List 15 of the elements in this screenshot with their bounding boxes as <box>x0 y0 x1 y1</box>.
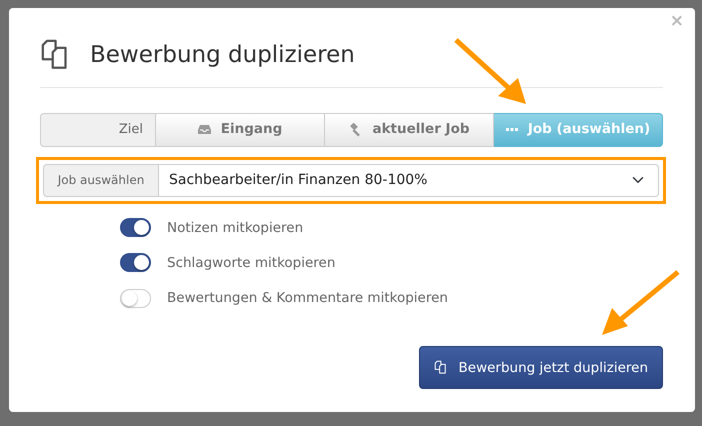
target-label: Ziel <box>40 112 156 146</box>
toggle-label: Notizen mitkopieren <box>167 218 304 238</box>
dialog-title: Bewerbung duplizieren <box>90 41 355 70</box>
job-select[interactable]: Sachbearbeiter/in Finanzen 80-100% <box>159 164 659 196</box>
select-label: Job auswählen <box>43 164 159 196</box>
inbox-icon <box>198 124 211 135</box>
target-option[interactable]: Eingang <box>156 112 325 146</box>
toggle-switch[interactable] <box>120 253 151 272</box>
duplicate-button[interactable]: Bewerbung jetzt duplizieren <box>418 346 663 390</box>
target-option[interactable]: aktueller Job <box>325 112 494 146</box>
toggle-label: Bewertungen & Kommentare mitkopieren <box>167 289 448 308</box>
dots-icon <box>506 128 518 131</box>
toggle-label: Schlagworte mitkopieren <box>167 254 336 273</box>
copy-icon <box>434 360 449 376</box>
toggle-switch[interactable] <box>120 218 151 238</box>
